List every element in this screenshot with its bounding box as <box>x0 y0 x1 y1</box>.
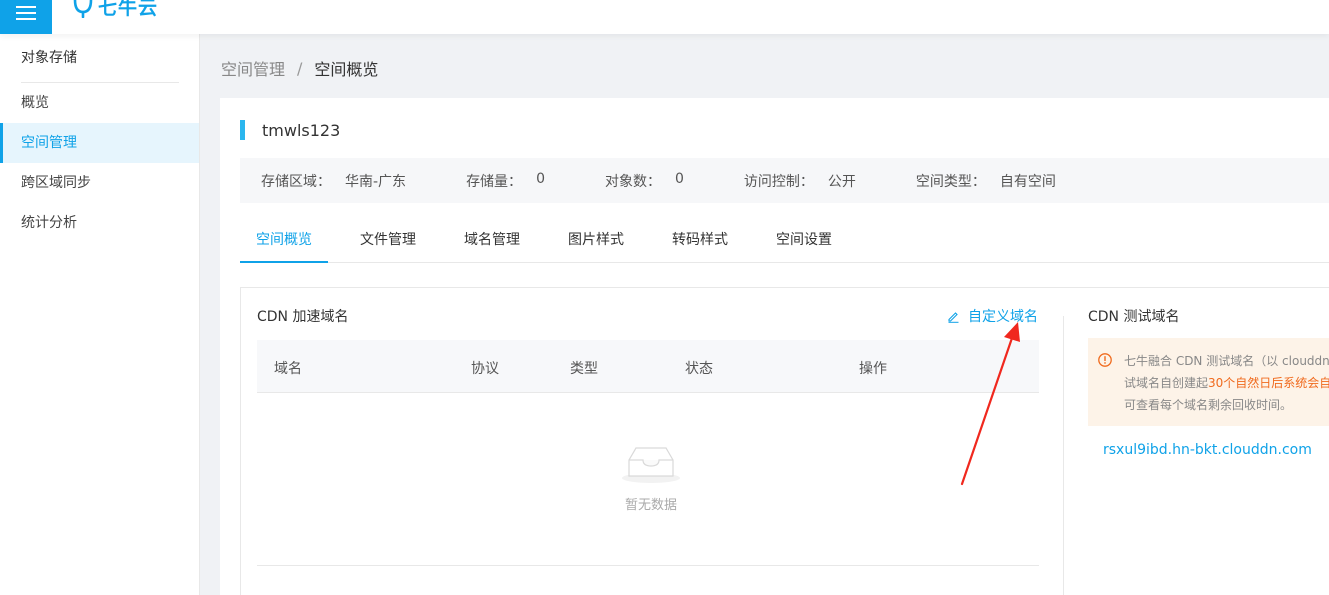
hamburger-menu-button[interactable] <box>0 0 52 34</box>
hamburger-icon <box>16 6 36 8</box>
cdn-table-header: 域名 协议 类型 状态 操作 <box>257 340 1039 393</box>
top-bar: 七牛云 <box>0 0 1329 34</box>
bucket-tabs: 空间概览 文件管理 域名管理 图片样式 转码样式 空间设置 <box>240 224 1329 263</box>
column-header: 类型 <box>570 361 598 377</box>
info-value: 华南-广东 <box>345 173 407 190</box>
notice-line: 七牛融合 CDN 测试域名（以 clouddn.c <box>1124 354 1329 368</box>
info-label: 空间类型： <box>915 173 986 190</box>
sidebar-item-overview[interactable]: 概览 <box>0 83 199 123</box>
column-header: 操作 <box>859 361 887 377</box>
info-label: 存储量： <box>466 173 523 190</box>
test-domain-link[interactable]: rsxul9ibd.hn-bkt.clouddn.com <box>1103 442 1312 458</box>
sidebar-item-statistics[interactable]: 统计分析 <box>0 203 199 243</box>
hamburger-icon-line <box>16 12 36 14</box>
info-bucket-type: 空间类型： 自有空间 <box>916 171 1056 191</box>
tab-file-management[interactable]: 文件管理 <box>344 224 432 263</box>
bucket-name: tmwls123 <box>262 120 341 140</box>
hamburger-icon-line <box>16 18 36 20</box>
custom-domain-link[interactable]: 自定义域名 <box>947 306 1038 326</box>
sidebar-item-cross-region-sync[interactable]: 跨区域同步 <box>0 163 199 203</box>
info-label: 访问控制： <box>743 173 814 190</box>
bucket-info-bar: 存储区域： 华南-广东 存储量： 0 对象数： 0 访问控制： 公开 空间类型：… <box>240 158 1329 203</box>
info-value: 自有空间 <box>999 173 1056 190</box>
info-region: 存储区域： 华南-广东 <box>261 171 406 191</box>
column-header: 域名 <box>274 361 302 377</box>
column-header: 协议 <box>471 361 499 377</box>
custom-domain-label: 自定义域名 <box>968 309 1038 325</box>
table-bottom-border <box>257 565 1039 566</box>
info-access-control: 访问控制： 公开 <box>744 171 856 191</box>
logo-text: 七牛云 <box>98 0 159 19</box>
tab-image-styles[interactable]: 图片样式 <box>552 224 640 263</box>
empty-text: 暂无数据 <box>624 498 677 513</box>
notice-line: 试域名自创建起30个自然日后系统会自 <box>1124 372 1329 394</box>
notice-text: 试域名自创建起 <box>1124 376 1209 390</box>
notice-highlight: 30个自然日后系统会自 <box>1208 376 1329 390</box>
sidebar-title[interactable]: 对象存储 <box>0 34 199 82</box>
info-label: 存储区域： <box>261 173 331 190</box>
info-value: 0 <box>674 170 684 187</box>
info-storage: 存储量： 0 <box>466 171 545 191</box>
cdn-test-domain-title: CDN 测试域名 <box>1088 309 1180 325</box>
info-object-count: 对象数： 0 <box>605 171 684 191</box>
breadcrumb: 空间管理 / 空间概览 <box>221 56 378 80</box>
info-label: 对象数： <box>604 173 661 190</box>
cloud-logo-icon <box>73 0 93 18</box>
info-value: 0 <box>536 170 545 187</box>
empty-inbox-icon <box>622 447 680 483</box>
logo[interactable]: 七牛云 <box>72 0 158 20</box>
tab-transcode-styles[interactable]: 转码样式 <box>656 224 744 263</box>
breadcrumb-current: 空间概览 <box>314 60 379 79</box>
main-panel: tmwls123 存储区域： 华南-广东 存储量： 0 对象数： 0 访问控制：… <box>220 98 1329 595</box>
tab-bucket-overview[interactable]: 空间概览 <box>240 224 328 263</box>
title-accent-bar <box>240 120 245 140</box>
info-value: 公开 <box>827 173 856 190</box>
sidebar: 对象存储 概览 空间管理 跨区域同步 统计分析 <box>0 34 200 595</box>
sidebar-item-bucket-management[interactable]: 空间管理 <box>0 123 199 163</box>
column-divider <box>1063 316 1064 595</box>
bucket-title: tmwls123 <box>240 120 340 140</box>
cdn-card: CDN 加速域名 自定义域名 域名 协议 类型 状态 操作 暂无数据 CDN 测… <box>240 287 1329 595</box>
empty-state: 暂无数据 <box>621 438 681 513</box>
warning-icon <box>1098 353 1112 367</box>
test-domain-notice: 七牛融合 CDN 测试域名（以 clouddn.c 试域名自创建起30个自然日后… <box>1088 338 1329 426</box>
notice-line: 可查看每个域名剩余回收时间。 <box>1124 398 1293 412</box>
tab-bucket-settings[interactable]: 空间设置 <box>760 224 848 263</box>
tab-domain-management[interactable]: 域名管理 <box>448 224 536 263</box>
column-header: 状态 <box>685 361 713 377</box>
breadcrumb-separator: / <box>297 58 303 78</box>
edit-icon <box>948 311 959 323</box>
cdn-domain-title: CDN 加速域名 <box>257 309 349 325</box>
breadcrumb-parent[interactable]: 空间管理 <box>221 56 285 80</box>
